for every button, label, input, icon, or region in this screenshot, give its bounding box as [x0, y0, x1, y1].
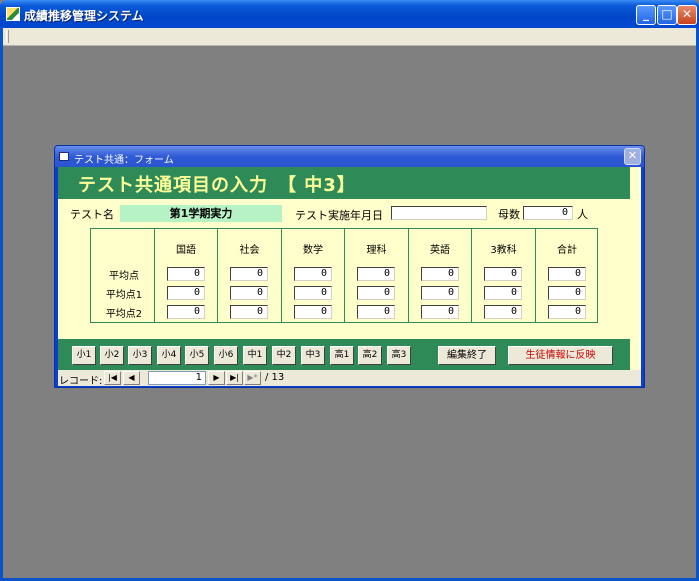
- form-body: テスト共通項目の入力 【 中3】 テスト名 第1学期実力 テスト実施年月日 母数…: [58, 167, 641, 377]
- row-label-average-2: 平均点2: [105, 309, 143, 320]
- score-field[interactable]: 0: [230, 305, 268, 319]
- test-name-label: テスト名: [70, 208, 114, 221]
- column-header-total: 合計: [557, 245, 577, 256]
- score-field[interactable]: 0: [357, 267, 395, 281]
- grade-button-e6[interactable]: 小6: [214, 346, 238, 365]
- last-record-button[interactable]: ▶|: [226, 371, 243, 385]
- grade-button-bar: 小1 小2 小3 小4 小5 小6 中1 中2 中3 高1 高2 高3 編集終了…: [58, 339, 630, 371]
- record-total: / 13: [265, 372, 285, 383]
- column-header-science: 理科: [366, 245, 387, 256]
- score-field[interactable]: 0: [167, 286, 205, 300]
- score-field[interactable]: 0: [421, 286, 459, 300]
- score-field[interactable]: 0: [294, 267, 332, 281]
- toolbar: [3, 28, 696, 46]
- grade-button-e4[interactable]: 小4: [157, 346, 181, 365]
- test-date-label: テスト実施年月日: [295, 209, 383, 222]
- score-field[interactable]: 0: [294, 286, 332, 300]
- grade-button-e5[interactable]: 小5: [185, 346, 209, 365]
- test-date-field[interactable]: [391, 206, 487, 220]
- score-field[interactable]: 0: [167, 267, 205, 281]
- score-field[interactable]: 0: [484, 286, 522, 300]
- score-field[interactable]: 0: [421, 305, 459, 319]
- count-field[interactable]: 0: [523, 206, 573, 220]
- header-bar: テスト共通項目の入力 【 中3】: [58, 167, 630, 199]
- app-icon: [6, 7, 20, 21]
- score-field[interactable]: 0: [294, 305, 332, 319]
- grade-button-e3[interactable]: 小3: [128, 346, 152, 365]
- score-field[interactable]: 0: [357, 305, 395, 319]
- app-title-bar[interactable]: 成績推移管理システム _ □ ✕: [0, 0, 699, 28]
- form-close-button[interactable]: ✕: [624, 148, 641, 165]
- reflect-student-info-button[interactable]: 生徒情報に反映: [508, 346, 613, 365]
- toolbar-grip[interactable]: [6, 30, 9, 43]
- score-field[interactable]: 0: [230, 286, 268, 300]
- column-header-social: 社会: [239, 245, 260, 256]
- row-label-average: 平均点: [109, 271, 139, 282]
- score-grid: 国語 社会 数学 理科 英語 3教科 合計 平均点 平均点1 平均点2 0 0 …: [90, 228, 598, 323]
- form-icon: [59, 152, 69, 161]
- record-number-input[interactable]: 1: [148, 371, 206, 385]
- column-header-math: 数学: [303, 245, 323, 256]
- next-record-button[interactable]: ▶: [208, 371, 225, 385]
- close-button[interactable]: ✕: [677, 5, 697, 25]
- grade-button-h3[interactable]: 高3: [387, 346, 411, 365]
- grade-button-j3[interactable]: 中3: [301, 346, 325, 365]
- grade-button-e1[interactable]: 小1: [72, 346, 96, 365]
- score-field[interactable]: 0: [167, 305, 205, 319]
- score-field[interactable]: 0: [357, 286, 395, 300]
- test-name-field[interactable]: 第1学期実力: [120, 205, 282, 222]
- prev-record-button[interactable]: ◀: [123, 371, 140, 385]
- first-record-button[interactable]: |◀: [104, 371, 121, 385]
- grade-button-e2[interactable]: 小2: [100, 346, 124, 365]
- count-label: 母数: [498, 208, 520, 221]
- grade-button-j1[interactable]: 中1: [243, 346, 267, 365]
- form-title-bar[interactable]: テスト共通：フォーム ✕: [55, 146, 644, 167]
- form-title: テスト共通：フォーム: [74, 155, 174, 166]
- app-window: 成績推移管理システム _ □ ✕ テスト共通：フォーム ✕ テスト共通項目の入力…: [0, 0, 699, 581]
- score-field[interactable]: 0: [548, 286, 586, 300]
- grade-button-h2[interactable]: 高2: [358, 346, 382, 365]
- page-title: テスト共通項目の入力 【 中3】: [78, 175, 356, 196]
- app-title: 成績推移管理システム: [24, 9, 144, 23]
- score-field[interactable]: 0: [548, 267, 586, 281]
- new-record-button[interactable]: ▶*: [244, 371, 261, 385]
- score-field[interactable]: 0: [421, 267, 459, 281]
- score-field[interactable]: 0: [548, 305, 586, 319]
- form-right-margin: [630, 167, 641, 339]
- record-navigator: レコード: |◀ ◀ 1 ▶ ▶| ▶* / 13: [58, 370, 641, 387]
- row-label-average-1: 平均点1: [105, 290, 143, 301]
- count-unit: 人: [577, 208, 588, 221]
- form-window: テスト共通：フォーム ✕ テスト共通項目の入力 【 中3】 テスト名 第1学期実…: [54, 145, 645, 388]
- maximize-button[interactable]: □: [657, 5, 677, 25]
- column-header-japanese: 国語: [176, 245, 196, 256]
- score-field[interactable]: 0: [484, 305, 522, 319]
- minimize-button[interactable]: _: [636, 5, 656, 25]
- grade-button-h1[interactable]: 高1: [330, 346, 354, 365]
- grade-button-j2[interactable]: 中2: [272, 346, 296, 365]
- column-header-english: 英語: [430, 245, 450, 256]
- score-field[interactable]: 0: [484, 267, 522, 281]
- finish-edit-button[interactable]: 編集終了: [438, 346, 496, 365]
- score-field[interactable]: 0: [230, 267, 268, 281]
- record-label: レコード:: [59, 376, 103, 387]
- column-header-three-subjects: 3教科: [490, 245, 517, 256]
